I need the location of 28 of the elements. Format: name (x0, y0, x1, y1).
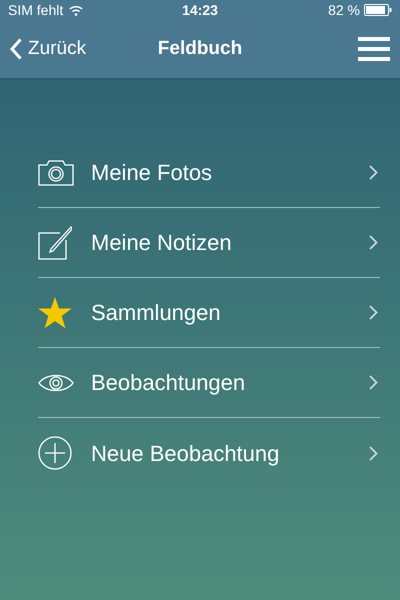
menu-item[interactable]: Neue Beobachtung (38, 418, 380, 488)
menu-item[interactable]: Meine Fotos (38, 138, 380, 208)
chevron-icon (369, 305, 378, 320)
menu-item-label: Beobachtungen (91, 369, 246, 397)
menu-icon[interactable] (358, 37, 390, 61)
carrier-text: SIM fehlt (8, 0, 64, 20)
chevron-icon (369, 446, 378, 460)
camera-icon (38, 160, 74, 186)
menu-item[interactable]: Beobachtungen (38, 348, 380, 418)
chevron-icon (369, 165, 378, 180)
menu-item-label: Sammlungen (91, 299, 222, 327)
chevron-icon (369, 375, 378, 390)
clock-text: 14:23 (182, 0, 218, 20)
wifi-icon (69, 4, 84, 16)
menu-item-label: Meine Notizen (91, 229, 233, 257)
note-pencil-icon (38, 226, 72, 260)
menu-item[interactable]: Meine Notizen (38, 208, 380, 278)
star-icon (38, 296, 72, 328)
battery-icon (364, 4, 392, 16)
nav-title: Feldbuch (158, 36, 242, 61)
menu-item[interactable]: Sammlungen (38, 278, 380, 348)
back-button[interactable]: Zurück (10, 34, 130, 64)
back-chevron-icon (10, 38, 22, 60)
plus-circle-icon (38, 436, 72, 470)
menu-item-label: Meine Fotos (91, 159, 214, 187)
menu-item-label: Neue Beobachtung (91, 440, 280, 468)
chevron-icon (369, 235, 378, 250)
battery-text: 82 % (328, 0, 360, 20)
